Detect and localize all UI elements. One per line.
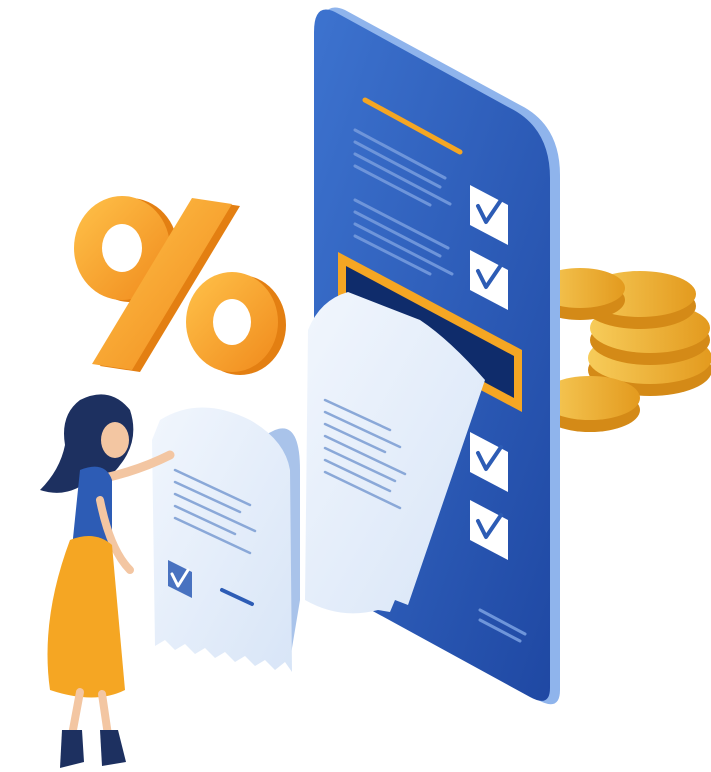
coin-stack [535, 268, 711, 432]
woman-figure [40, 394, 175, 768]
percent-icon [74, 196, 286, 375]
illustration-canvas [0, 0, 711, 772]
mobile-payment-illustration [40, 7, 711, 768]
